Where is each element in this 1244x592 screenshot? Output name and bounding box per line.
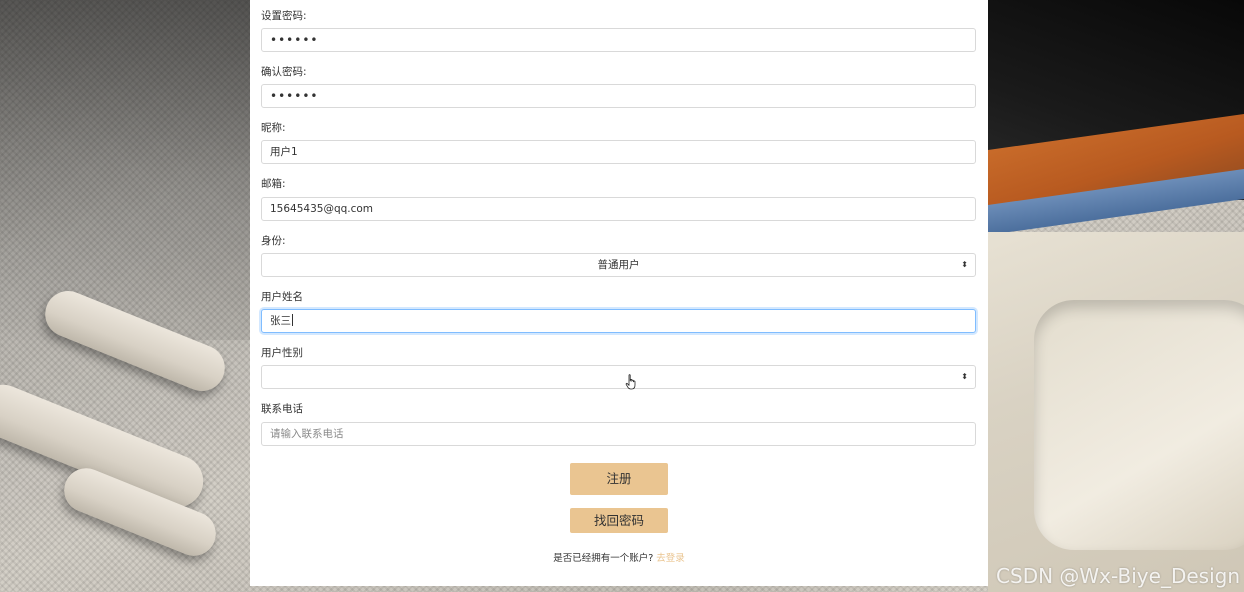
login-prompt-text: 是否已经拥有一个账户?	[553, 553, 654, 564]
email-label: 邮箱:	[261, 178, 286, 190]
set-password-input[interactable]: ••••••	[261, 28, 976, 52]
identity-select[interactable]: 普通用户 ⬍	[261, 253, 976, 277]
select-arrows-icon: ⬍	[961, 372, 968, 381]
login-prompt: 是否已经拥有一个账户? 去登录	[250, 550, 988, 564]
email-input[interactable]: 15645435@qq.com	[261, 197, 976, 221]
phone-placeholder: 请输入联系电话	[270, 428, 344, 440]
register-button[interactable]: 注册	[570, 463, 668, 495]
go-login-link[interactable]: 去登录	[656, 553, 685, 564]
real-name-label: 用户姓名	[261, 291, 303, 303]
set-password-label: 设置密码:	[261, 10, 307, 22]
phone-label: 联系电话	[261, 403, 303, 415]
background-shadow	[0, 0, 260, 340]
hand-pointer-icon	[625, 374, 636, 390]
page: 设置密码: •••••• 确认密码: •••••• 昵称: 用户1 邮箱: 15…	[0, 0, 1244, 592]
set-password-value: ••••••	[270, 33, 319, 47]
nickname-label: 昵称:	[261, 122, 286, 134]
text-caret	[292, 314, 293, 326]
real-name-input[interactable]: 张三	[261, 309, 976, 333]
confirm-password-value: ••••••	[270, 89, 319, 103]
select-arrows-icon: ⬍	[961, 260, 968, 269]
real-name-value: 张三	[270, 315, 291, 327]
background-tray-inner	[1034, 300, 1244, 550]
identity-selected-value: 普通用户	[597, 259, 640, 271]
nickname-value: 用户1	[270, 146, 298, 158]
phone-input[interactable]: 请输入联系电话	[261, 422, 976, 446]
gender-select[interactable]: ⬍	[261, 365, 976, 389]
confirm-password-label: 确认密码:	[261, 66, 307, 78]
identity-label: 身份:	[261, 235, 286, 247]
nickname-input[interactable]: 用户1	[261, 140, 976, 164]
gender-label: 用户性别	[261, 347, 303, 359]
recover-password-button[interactable]: 找回密码	[570, 508, 668, 533]
csdn-watermark: CSDN @Wx-Biye_Design	[996, 564, 1240, 588]
register-form-panel: 设置密码: •••••• 确认密码: •••••• 昵称: 用户1 邮箱: 15…	[250, 0, 988, 586]
confirm-password-input[interactable]: ••••••	[261, 84, 976, 108]
email-value: 15645435@qq.com	[270, 203, 374, 215]
